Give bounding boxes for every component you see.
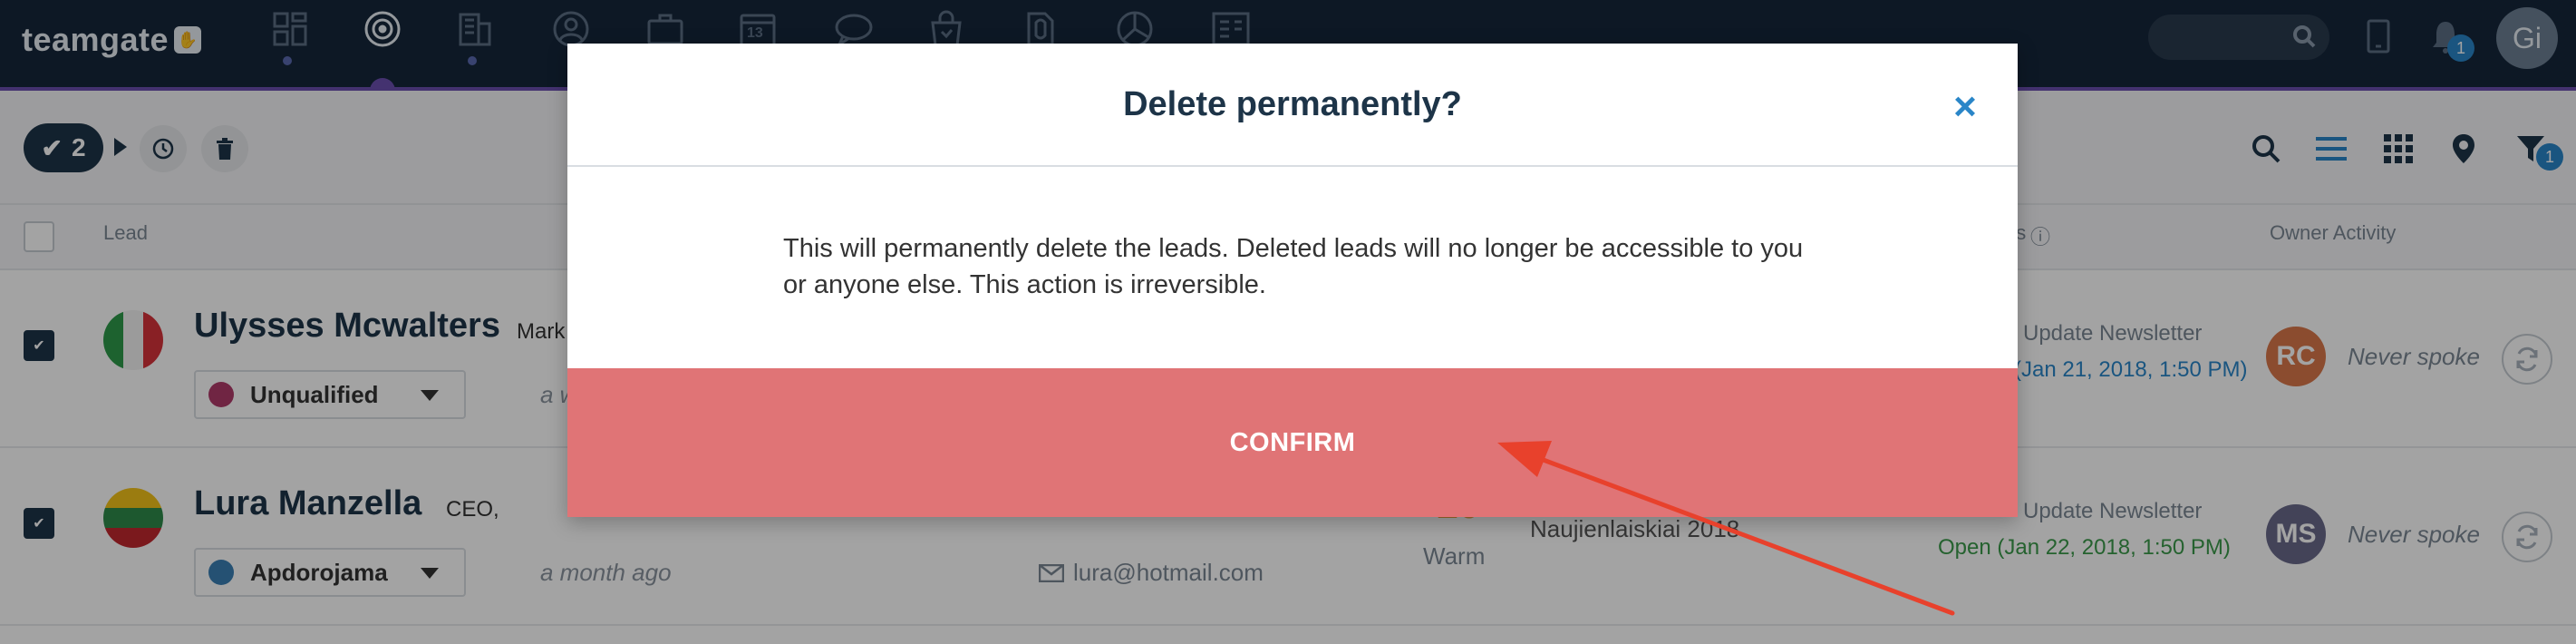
confirm-button[interactable]: CONFIRM [567, 368, 2018, 517]
delete-confirmation-dialog: Delete permanently? × This will permanen… [567, 44, 2018, 517]
dialog-message: This will permanently delete the leads. … [783, 234, 1804, 299]
dialog-header: Delete permanently? × [567, 44, 2018, 167]
close-icon[interactable]: × [1947, 87, 1983, 127]
dialog-title: Delete permanently? [1123, 85, 1462, 123]
